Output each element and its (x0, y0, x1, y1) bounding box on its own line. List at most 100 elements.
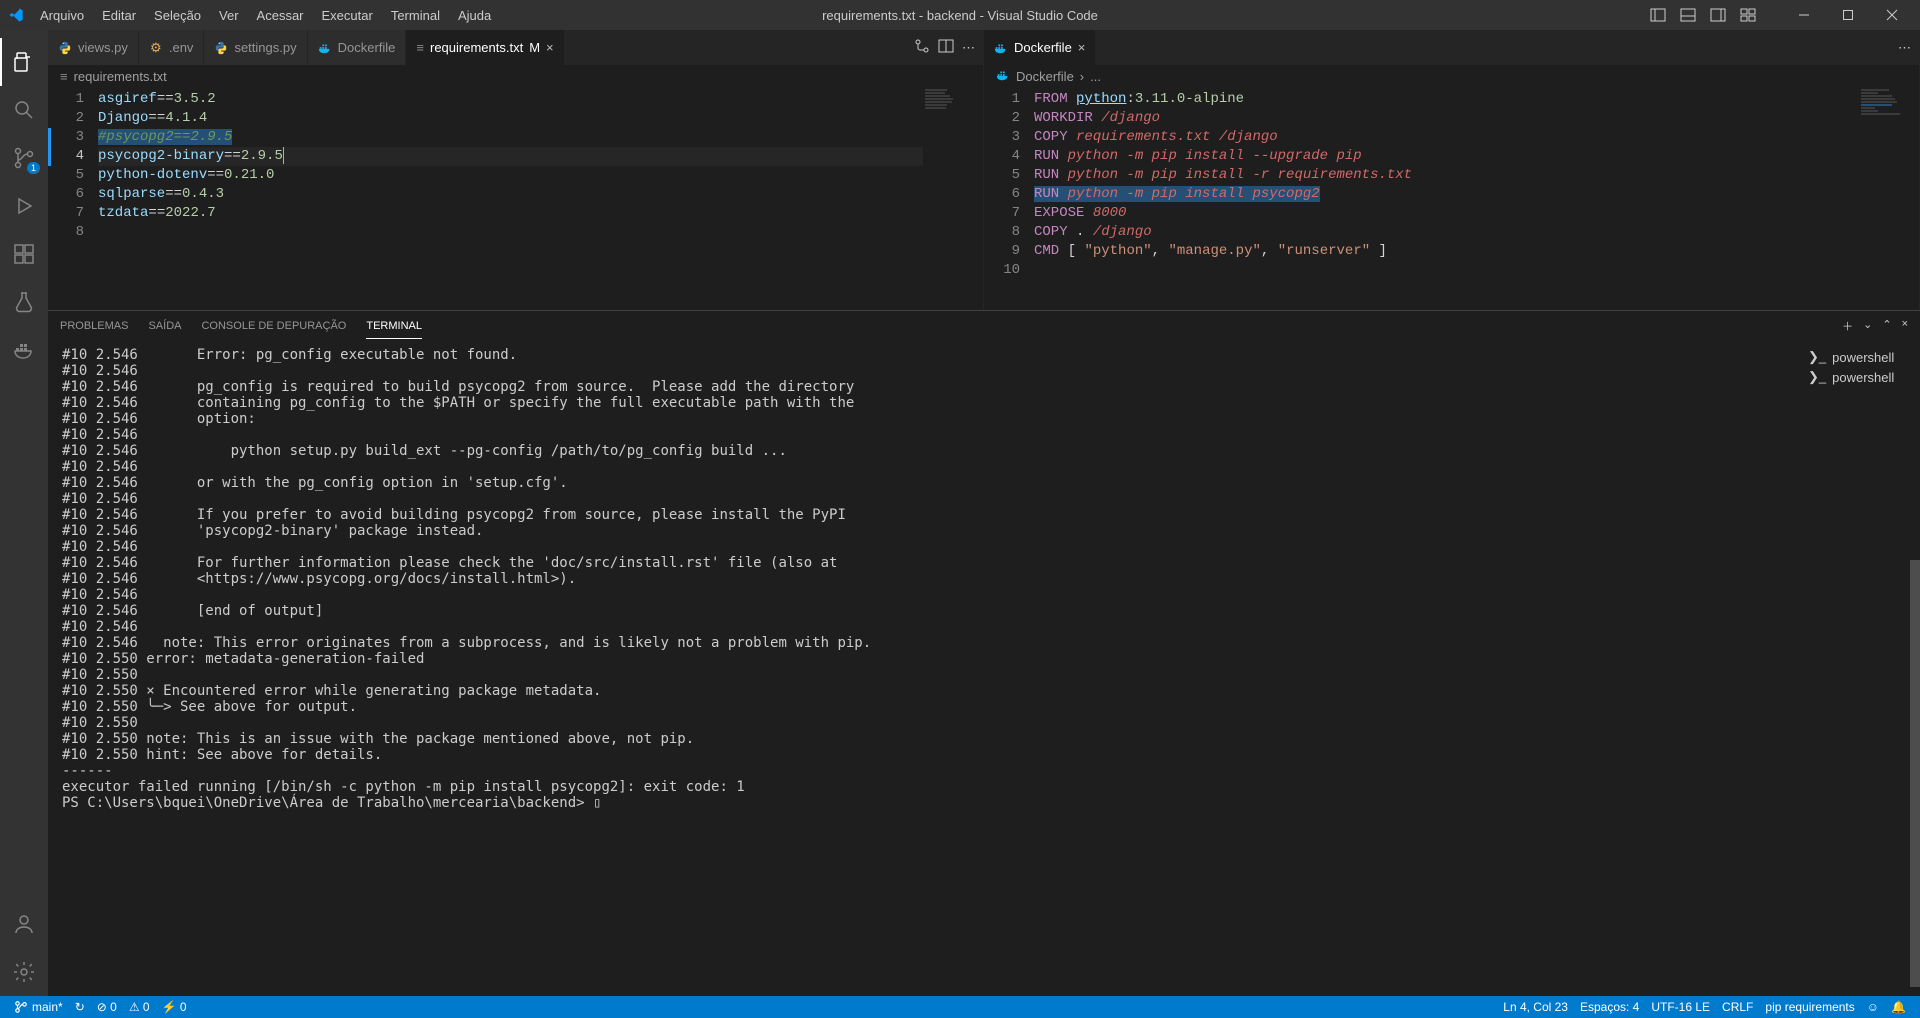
panel-tab-terminal[interactable]: TERMINAL (366, 314, 422, 339)
tab-label: Dockerfile (338, 40, 396, 55)
status-encoding[interactable]: UTF-16 LE (1645, 1000, 1716, 1014)
tab-label: requirements.txt (430, 40, 523, 55)
tabs-right: Dockerfile × ⋯ (984, 30, 1919, 65)
menu-ajuda[interactable]: Ajuda (450, 4, 499, 27)
terminal-tab-powershell-2[interactable]: ❯_powershell (1800, 367, 1920, 387)
close-icon[interactable]: × (546, 40, 554, 55)
menu-acessar[interactable]: Acessar (249, 4, 312, 27)
tab-settings-py[interactable]: settings.py (204, 30, 307, 65)
close-icon[interactable]: × (1078, 40, 1086, 55)
maximize-button[interactable] (1828, 3, 1868, 27)
status-errors[interactable]: ⊘ 0 (91, 1000, 123, 1014)
status-warnings[interactable]: ⚠ 0 (123, 1000, 156, 1014)
activity-run-debug[interactable] (0, 182, 48, 230)
panel-tab-saida[interactable]: SAÍDA (148, 314, 181, 338)
breadcrumb-right[interactable]: Dockerfile › ... (984, 65, 1919, 87)
menu-terminal[interactable]: Terminal (383, 4, 448, 27)
tabs-left: views.py ⚙ .env settings.py Dockerfile (48, 30, 983, 65)
panel-tab-console[interactable]: CONSOLE DE DEPURAÇÃO (201, 314, 346, 338)
activity-testing[interactable] (0, 278, 48, 326)
panel-tabs: PROBLEMAS SAÍDA CONSOLE DE DEPURAÇÃO TER… (48, 311, 1920, 341)
status-bar: main* ↻ ⊘ 0 ⚠ 0 ⚡ 0 Ln 4, Col 23 Espaços… (0, 996, 1920, 1018)
vscode-logo-icon (8, 7, 24, 23)
menu-executar[interactable]: Executar (314, 4, 381, 27)
breadcrumb-item: requirements.txt (74, 69, 167, 84)
tab-label: views.py (78, 40, 128, 55)
status-language-mode[interactable]: pip requirements (1759, 1000, 1860, 1014)
activity-docker[interactable] (0, 326, 48, 374)
python-icon (214, 41, 228, 55)
tab-dockerfile-left[interactable]: Dockerfile (308, 30, 407, 65)
code-editor-right[interactable]: 1 2 3 4 5 6 7 8 9 10 FROM python:3.11.0-… (984, 87, 1919, 310)
status-cursor-position[interactable]: Ln 4, Col 23 (1497, 1000, 1574, 1014)
terminal-icon: ❯_ (1808, 349, 1826, 365)
text-file-icon: ≡ (60, 69, 68, 84)
tab-env[interactable]: ⚙ .env (139, 30, 205, 65)
docker-icon (996, 68, 1010, 85)
chevron-right-icon: › (1080, 69, 1084, 84)
toggle-panel-icon[interactable] (1676, 3, 1700, 27)
toggle-secondary-sidebar-icon[interactable] (1706, 3, 1730, 27)
titlebar: Arquivo Editar Seleção Ver Acessar Execu… (0, 0, 1920, 30)
split-editor-icon[interactable] (938, 38, 954, 57)
toggle-primary-sidebar-icon[interactable] (1646, 3, 1670, 27)
window-title: requirements.txt - backend - Visual Stud… (822, 8, 1098, 23)
menu-selecao[interactable]: Seleção (146, 4, 209, 27)
compare-changes-icon[interactable] (914, 38, 930, 57)
activity-accounts[interactable] (0, 900, 48, 948)
terminal-list: ❯_powershell ❯_powershell (1800, 341, 1920, 996)
status-sync[interactable]: ↻ (69, 1000, 91, 1014)
close-button[interactable] (1872, 3, 1912, 27)
status-ports[interactable]: ⚡ 0 (156, 1000, 193, 1014)
docker-icon (994, 41, 1008, 55)
menu-ver[interactable]: Ver (211, 4, 247, 27)
code-editor-left[interactable]: 1 2 3 4 5 6 7 8 asgiref==3.5.2 Django==4… (48, 87, 983, 310)
editor-group-left: views.py ⚙ .env settings.py Dockerfile (48, 30, 984, 310)
activity-source-control[interactable]: 1 (0, 134, 48, 182)
line-number-gutter: 1 2 3 4 5 6 7 8 (48, 87, 98, 310)
minimize-button[interactable] (1784, 3, 1824, 27)
settings-slider-icon: ⚙ (149, 41, 163, 55)
status-eol[interactable]: CRLF (1716, 1000, 1759, 1014)
activity-search[interactable] (0, 86, 48, 134)
terminal-scrollbar[interactable] (1910, 0, 1920, 1018)
status-indentation[interactable]: Espaços: 4 (1574, 1000, 1645, 1014)
text-file-icon: ≡ (416, 40, 424, 55)
customize-layout-icon[interactable] (1736, 3, 1760, 27)
status-notifications-icon[interactable]: 🔔 (1885, 1000, 1912, 1014)
status-feedback-icon[interactable]: ☺ (1861, 1000, 1885, 1014)
terminal-dropdown-icon[interactable]: ⌄ (1863, 318, 1872, 334)
terminal-output[interactable]: #10 2.546 Error: pg_config executable no… (48, 341, 1800, 996)
minimap[interactable] (923, 87, 983, 310)
panel-tab-problemas[interactable]: PROBLEMAS (60, 314, 128, 338)
activity-extensions[interactable] (0, 230, 48, 278)
layout-controls (1646, 3, 1760, 27)
more-actions-icon[interactable]: ⋯ (962, 40, 975, 56)
tab-dockerfile-right[interactable]: Dockerfile × (984, 30, 1096, 65)
tab-views-py[interactable]: views.py (48, 30, 139, 65)
tab-label: .env (169, 40, 194, 55)
status-branch[interactable]: main* (8, 1000, 69, 1014)
code-content[interactable]: asgiref==3.5.2 Django==4.1.4 #psycopg2==… (98, 87, 923, 310)
menu-arquivo[interactable]: Arquivo (32, 4, 92, 27)
tab-label: settings.py (234, 40, 296, 55)
activity-bar: 1 (0, 30, 48, 996)
scm-badge: 1 (27, 162, 40, 174)
tab-requirements-txt[interactable]: ≡ requirements.txt M × (406, 30, 564, 65)
tab-modified-indicator: M (529, 40, 540, 55)
breadcrumb-left[interactable]: ≡ requirements.txt (48, 65, 983, 87)
new-terminal-icon[interactable]: ＋ (1842, 318, 1853, 334)
terminal-tab-powershell-1[interactable]: ❯_powershell (1800, 347, 1920, 367)
activity-settings[interactable] (0, 948, 48, 996)
menu-bar: Arquivo Editar Seleção Ver Acessar Execu… (32, 4, 499, 27)
activity-explorer[interactable] (0, 38, 48, 86)
docker-icon (318, 41, 332, 55)
code-content[interactable]: FROM python:3.11.0-alpine WORKDIR /djang… (1034, 87, 1859, 310)
bottom-panel: PROBLEMAS SAÍDA CONSOLE DE DEPURAÇÃO TER… (48, 310, 1920, 996)
line-number-gutter: 1 2 3 4 5 6 7 8 9 10 (984, 87, 1034, 310)
maximize-panel-icon[interactable]: ⌃ (1882, 318, 1891, 334)
terminal-icon: ❯_ (1808, 369, 1826, 385)
close-panel-icon[interactable]: × (1902, 318, 1908, 334)
tab-label: Dockerfile (1014, 40, 1072, 55)
menu-editar[interactable]: Editar (94, 4, 144, 27)
